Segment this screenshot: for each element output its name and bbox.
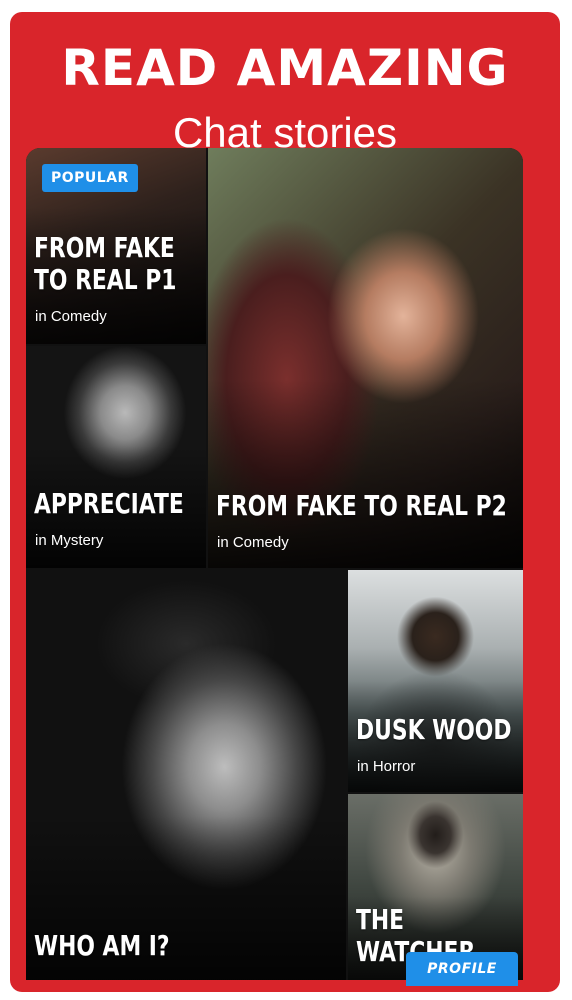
- story-title: WHO AM I?: [34, 929, 170, 962]
- story-title-line1: FROM FAKE: [34, 231, 175, 264]
- story-title: FROM FAKE TO REAL P2: [216, 489, 507, 522]
- story-category: in Comedy: [217, 534, 289, 551]
- story-card-dusk-wood[interactable]: DUSK WOOD in Horror: [348, 570, 523, 792]
- story-title-line1: THE: [356, 903, 405, 936]
- headline-main: READ AMAZING: [61, 39, 509, 97]
- story-category: in Mystery: [35, 532, 104, 549]
- story-card-who-am-i[interactable]: WHO AM I?: [26, 570, 346, 980]
- popular-badge: POPULAR: [42, 164, 138, 192]
- story-title-line2: TO REAL P1: [34, 263, 177, 296]
- profile-tab-button[interactable]: PROFILE: [406, 952, 518, 986]
- story-card-from-fake-p2[interactable]: FROM FAKE TO REAL P2 in Comedy: [208, 148, 523, 568]
- story-grid: FROM FAKE TO REAL P1 in Comedy POPULAR A…: [26, 148, 523, 980]
- cover-shade: [26, 570, 346, 980]
- story-title: APPRECIATE: [34, 487, 184, 520]
- story-title: DUSK WOOD: [356, 713, 512, 746]
- story-category: in Horror: [357, 758, 416, 775]
- story-card-appreciate[interactable]: APPRECIATE in Mystery: [26, 346, 206, 568]
- story-category: in Comedy: [35, 308, 107, 325]
